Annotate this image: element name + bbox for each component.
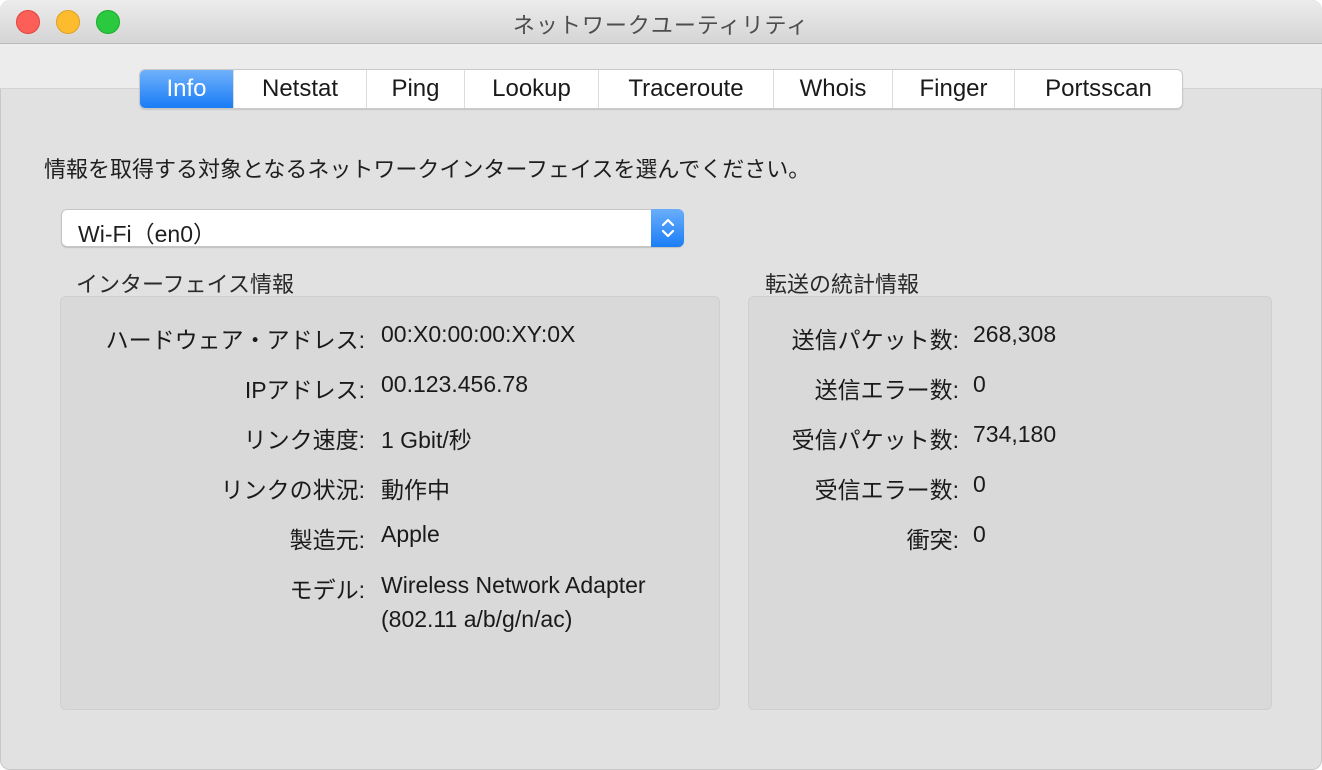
stats-value: 0: [973, 371, 986, 397]
info-label: モデル:: [289, 577, 365, 603]
info-value: 00:X0:00:00:XY:0X: [381, 321, 576, 347]
tab-bar: Info Netstat Ping Lookup Traceroute Whoi…: [139, 69, 1183, 109]
up-down-chevron-icon[interactable]: [651, 209, 684, 247]
stats-label: 送信パケット数:: [791, 327, 959, 353]
stats-label: 送信エラー数:: [814, 377, 959, 403]
window-title: ネットワークユーティリティ: [512, 13, 810, 38]
interface-select-value: Wi-Fi（en0）: [78, 221, 217, 247]
info-value: Apple: [381, 521, 440, 547]
stats-label: 衝突:: [906, 527, 959, 553]
tab-netstat[interactable]: Netstat: [233, 70, 366, 108]
info-label: リンクの状況:: [220, 477, 365, 503]
stats-value: 0: [973, 521, 986, 547]
interface-info-title: インターフェイス情報: [76, 272, 295, 297]
tab-whois[interactable]: Whois: [773, 70, 892, 108]
transfer-stats-box: 送信パケット数: 268,308 送信エラー数: 0 受信パケット数: 734,…: [748, 296, 1272, 710]
transfer-stats-title: 転送の統計情報: [765, 272, 920, 297]
instruction-text: 情報を取得する対象となるネットワークインターフェイスを選んでください。: [44, 157, 811, 182]
title-bar[interactable]: ネットワークユーティリティ: [0, 0, 1322, 44]
info-label: ハードウェア・アドレス:: [105, 327, 365, 353]
tab-portsscan[interactable]: Portsscan: [1014, 70, 1182, 108]
info-label: 製造元:: [289, 527, 365, 553]
tab-traceroute[interactable]: Traceroute: [598, 70, 773, 108]
stats-value: 734,180: [973, 421, 1057, 447]
interface-select[interactable]: Wi-Fi（en0）: [61, 209, 684, 247]
info-value: 動作中: [381, 477, 450, 503]
network-utility-window: ネットワークユーティリティ Info Netstat Ping Lookup T…: [0, 0, 1322, 770]
tab-lookup[interactable]: Lookup: [464, 70, 598, 108]
stats-label: 受信パケット数:: [791, 427, 959, 453]
tab-info[interactable]: Info: [140, 70, 233, 108]
info-value: 00.123.456.78: [381, 371, 529, 397]
tab-ping[interactable]: Ping: [366, 70, 464, 108]
stats-value: 0: [973, 471, 986, 497]
interface-info-box: ハードウェア・アドレス: 00:X0:00:00:XY:0X IPアドレス: 0…: [60, 296, 720, 710]
info-value: 1 Gbit/秒: [381, 427, 472, 453]
info-label: リンク速度:: [243, 427, 365, 453]
stats-label: 受信エラー数:: [814, 477, 959, 503]
stats-value: 268,308: [973, 321, 1057, 347]
info-label: IPアドレス:: [244, 377, 365, 403]
info-value: Wireless Network Adapter (802.11 a/b/g/n…: [381, 572, 646, 632]
tab-finger[interactable]: Finger: [892, 70, 1014, 108]
